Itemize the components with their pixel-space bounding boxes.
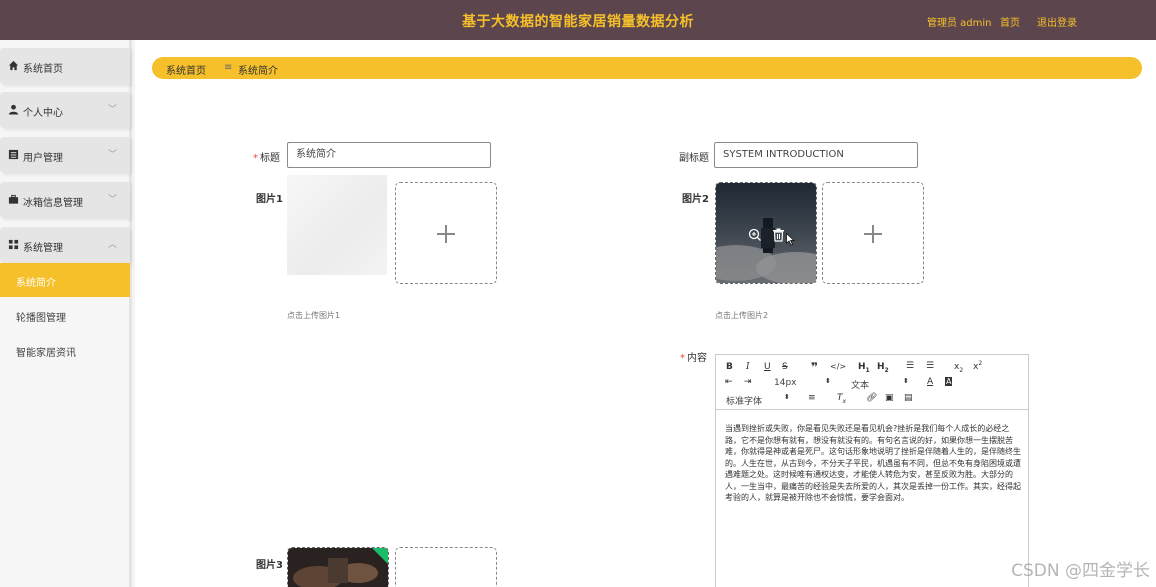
bold-icon[interactable]: B [726,362,733,372]
zoom-in-icon[interactable] [748,228,762,242]
indent-icon[interactable]: ⇥ [744,377,752,387]
title-label: * 标题 [253,153,280,164]
chevron-down-icon: ﹀ [108,195,118,205]
image1-label: 图片1 [256,194,283,205]
main-content: 系统首页 ≡ 系统简介 * 标题 系统简介 副标题 SYSTEM INTRODUC… [135,40,1156,587]
subtitle-input[interactable]: SYSTEM INTRODUCTION [714,142,918,168]
sidebar-item-system-management[interactable]: 系统管理 ︿ [0,227,130,263]
home-link[interactable]: 首页 [1000,14,1020,29]
chevron-down-icon: ﹀ [108,105,118,115]
image2-label: 图片2 [682,194,709,205]
breadcrumb-home[interactable]: 系统首页 [166,62,206,77]
top-header: 基于大数据的智能家居销量数据分析 管理员 admin 首页 退出登录 [0,0,1156,40]
sidebar-item-home[interactable]: 系统首页 [0,48,130,84]
sidebar: 系统首页 个人中心 ﹀ 用户管理 ﹀ 冰箱信息管理 ﹀ 系统管理 ︿ 系统简介 … [0,40,132,587]
image2-hint: 点击上传图片2 [715,311,769,320]
submenu-label: 系统简介 [16,278,56,289]
admin-user-link[interactable]: 管理员 admin [927,14,992,29]
align-icon[interactable]: ≡ [808,393,816,403]
sidebar-item-label: 冰箱信息管理 [23,198,83,209]
sidebar-item-personal-center[interactable]: 个人中心 ﹀ [0,92,130,128]
sidebar-item-label: 用户管理 [23,153,63,164]
image2-photo [716,183,816,283]
title-input[interactable]: 系统简介 [287,142,491,168]
submenu-system-intro[interactable]: 系统简介 [0,263,130,297]
image3-thumbnail[interactable] [287,547,389,587]
image3-photo [288,548,388,587]
blockquote-icon[interactable]: ❞ [811,360,818,374]
sidebar-item-fridge-info[interactable]: 冰箱信息管理 ﹀ [0,182,130,218]
clear-format-icon[interactable]: Tx [837,393,846,405]
image3-label: 图片3 [256,560,283,571]
delete-icon[interactable] [772,228,785,242]
submenu-carousel-management[interactable]: 轮播图管理 [0,298,130,332]
submenu-label: 轮播图管理 [16,313,66,324]
font-family-select[interactable]: 标准字体 [726,394,762,407]
image-icon[interactable]: ▣ [885,393,894,403]
editor-content[interactable]: 当遇到挫折或失败，你是看见失败还是看见机会?挫折是我们每个人成长的必经之路，它不… [725,423,1021,504]
sidebar-item-label: 系统首页 [23,64,63,75]
font-size-select[interactable]: 14px [774,378,797,388]
text-type-select[interactable]: 文本 [851,378,869,391]
list-icon [8,149,19,160]
content-label: * 内容 [680,353,707,364]
ordered-list-icon[interactable]: ☰ [906,361,914,371]
submenu-smart-home-news[interactable]: 智能家居资讯 [0,333,130,367]
subscript-icon[interactable]: x2 [954,362,963,374]
breadcrumb-current: 系统简介 [238,66,278,77]
editor-toolbar: B I U S ❞ </> H1 H2 ☰ ☰ x2 x2 ⇤ ⇥ 14px ⬍… [716,355,1028,410]
font-color-icon[interactable]: A [927,377,933,387]
chevron-updown-icon: ⬍ [903,377,909,385]
image2-thumbnail[interactable] [715,182,817,284]
briefcase-icon [8,194,19,204]
background-color-icon[interactable]: A [945,377,953,386]
rich-text-editor[interactable]: B I U S ❞ </> H1 H2 ☰ ☰ x2 x2 ⇤ ⇥ 14px ⬍… [715,354,1029,587]
cursor-icon [786,233,795,246]
image1-hint: 点击上传图片1 [287,311,341,320]
home-icon [8,60,19,71]
breadcrumb: 系统首页 ≡ 系统简介 [152,57,1142,79]
chevron-updown-icon: ⬍ [825,377,831,385]
heading1-icon[interactable]: H1 [858,362,870,374]
breadcrumb-separator: ≡ [224,62,233,73]
image1-preview-faded [287,175,387,275]
image3-upload-button[interactable] [395,547,497,587]
submenu-label: 智能家居资讯 [16,348,76,359]
user-icon [8,104,19,115]
link-icon[interactable]: 🔗︎ [866,393,877,403]
sidebar-item-label: 个人中心 [23,108,63,119]
sidebar-item-user-management[interactable]: 用户管理 ﹀ [0,137,130,173]
chevron-updown-icon: ⬍ [784,393,790,401]
subtitle-label: 副标题 [679,153,709,164]
italic-icon[interactable]: I [746,362,750,372]
chevron-down-icon: ﹀ [108,150,118,160]
logout-link[interactable]: 退出登录 [1037,14,1077,29]
heading2-icon[interactable]: H2 [877,362,889,374]
image2-upload-button[interactable] [822,182,924,284]
grid-icon [8,239,19,250]
outdent-icon[interactable]: ⇤ [725,377,733,387]
chevron-up-icon: ︿ [108,240,118,250]
underline-icon[interactable]: U [764,362,771,372]
bullet-list-icon[interactable]: ☰ [926,361,934,371]
code-icon[interactable]: </> [830,362,846,371]
sidebar-item-label: 系统管理 [23,243,63,254]
strikethrough-icon[interactable]: S [782,362,788,372]
video-icon[interactable]: ▤ [904,393,913,403]
watermark: CSDN @四金学长 [1011,561,1150,581]
superscript-icon[interactable]: x2 [973,360,982,372]
image1-upload-button[interactable] [395,182,497,284]
